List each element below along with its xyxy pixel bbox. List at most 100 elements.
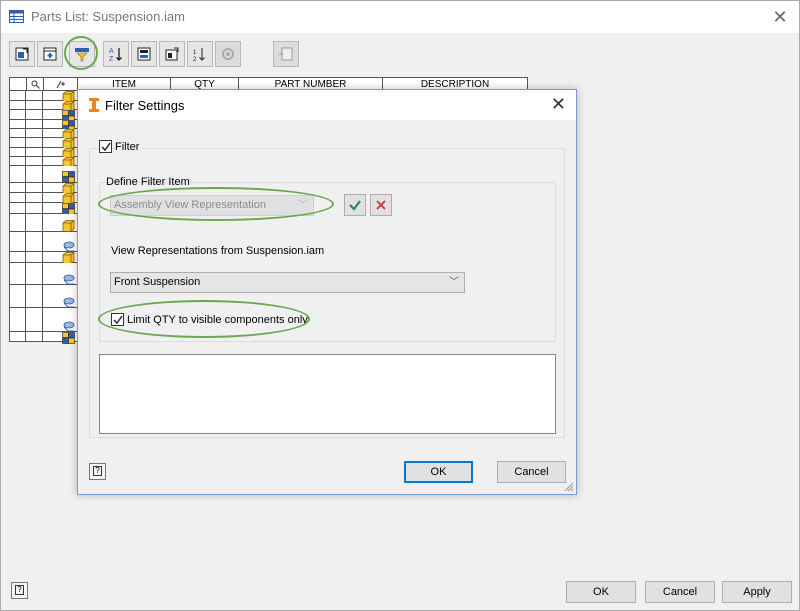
table-row[interactable] xyxy=(9,285,78,308)
row-cell xyxy=(26,263,43,284)
table-row[interactable] xyxy=(9,129,78,141)
view-bom-icon xyxy=(279,47,293,61)
row-header-corner xyxy=(9,77,27,91)
limit-qty-highlight xyxy=(98,300,310,338)
add-row-icon xyxy=(43,47,57,61)
row-cell xyxy=(9,285,26,307)
member-selection-button[interactable] xyxy=(9,41,35,67)
row-cell xyxy=(9,214,26,231)
table-row[interactable] xyxy=(9,138,78,150)
row-cell xyxy=(26,285,43,307)
parts-list-icon xyxy=(9,10,24,23)
apply-button[interactable]: Apply xyxy=(722,581,792,603)
view-rep-value: Front Suspension xyxy=(114,276,201,288)
export-icon xyxy=(137,47,151,61)
row-cell xyxy=(9,332,26,341)
table-row[interactable] xyxy=(9,332,78,344)
ok-button[interactable]: OK xyxy=(566,581,636,603)
help-icon: ? xyxy=(93,466,102,476)
table-wrap-button[interactable] xyxy=(159,41,185,67)
part-icon xyxy=(62,220,75,232)
row-cell xyxy=(26,203,43,213)
row-cell xyxy=(26,252,43,262)
table-row[interactable] xyxy=(9,166,78,183)
table-row[interactable] xyxy=(9,91,78,103)
svg-text:2: 2 xyxy=(193,57,197,62)
view-reps-label: View Representations from Suspension.iam xyxy=(111,245,325,257)
table-row[interactable] xyxy=(9,263,78,285)
row-cell xyxy=(9,232,26,251)
view-rep-select[interactable]: Front Suspension ﹀ xyxy=(110,272,465,293)
table-wrap-icon xyxy=(165,47,179,61)
export-button[interactable] xyxy=(131,41,157,67)
row-cell xyxy=(26,138,43,147)
renumber-button[interactable]: 1 2 xyxy=(187,41,213,67)
table-row[interactable] xyxy=(9,148,78,160)
help-icon: ? xyxy=(15,585,24,595)
content-center-icon xyxy=(63,321,75,332)
apply-filter-button[interactable] xyxy=(344,194,366,216)
view-bom-button[interactable] xyxy=(273,41,299,67)
table-row[interactable] xyxy=(9,120,78,132)
table-row[interactable] xyxy=(9,203,78,215)
table-row[interactable] xyxy=(9,308,78,332)
window-title: Parts List: Suspension.iam xyxy=(31,9,185,24)
dialog-cancel-button[interactable]: Cancel xyxy=(497,461,566,483)
dialog-ok-button[interactable]: OK xyxy=(404,461,473,483)
table-row[interactable] xyxy=(9,110,78,122)
delete-filter-button[interactable] xyxy=(370,194,392,216)
content-center-icon xyxy=(63,241,75,252)
resize-grip-icon[interactable] xyxy=(564,482,574,492)
table-row[interactable] xyxy=(9,232,78,252)
delete-icon xyxy=(376,200,386,210)
row-cell xyxy=(26,101,43,109)
dialog-close-icon[interactable]: ✕ xyxy=(551,94,566,115)
title-bar: Parts List: Suspension.iam ✕ xyxy=(1,1,799,33)
filter-checkbox[interactable] xyxy=(99,140,112,153)
table-row[interactable] xyxy=(9,193,78,205)
row-cell xyxy=(9,148,26,156)
row-cell xyxy=(26,157,43,165)
table-row[interactable] xyxy=(9,214,78,232)
row-cell xyxy=(26,308,43,331)
row-cell xyxy=(9,203,26,213)
row-cell xyxy=(9,166,26,182)
dialog-title: Filter Settings xyxy=(105,98,185,113)
cancel-button[interactable]: Cancel xyxy=(645,581,715,603)
content-center-icon xyxy=(63,297,75,308)
sort-button[interactable]: A Z xyxy=(103,41,129,67)
row-cell xyxy=(9,193,26,202)
inventor-icon xyxy=(89,98,99,112)
define-filter-label: Define Filter Item xyxy=(106,176,190,188)
row-cell xyxy=(26,148,43,156)
dialog-title-bar: Filter Settings ✕ xyxy=(78,90,576,120)
row-cell xyxy=(9,91,26,100)
row-cell xyxy=(26,110,43,119)
row-cell xyxy=(26,91,43,100)
svg-text:A: A xyxy=(109,48,114,55)
row-cell xyxy=(9,252,26,262)
table-row[interactable] xyxy=(9,157,78,169)
table-row[interactable] xyxy=(9,183,78,195)
filter-settings-dialog: Filter Settings ✕ Filter Define Filter I… xyxy=(77,89,577,495)
grid-search-icon[interactable] xyxy=(26,77,44,91)
member-selection-icon xyxy=(15,47,29,61)
grid-options-icon[interactable] xyxy=(43,77,78,91)
close-icon[interactable]: ✕ xyxy=(769,6,791,28)
row-cell xyxy=(26,214,43,231)
checkmark-icon xyxy=(349,200,361,211)
row-cell xyxy=(26,183,43,192)
table-row[interactable] xyxy=(9,252,78,264)
filter-summary-box[interactable] xyxy=(99,354,556,434)
assembly-icon xyxy=(62,171,75,183)
row-cell xyxy=(26,129,43,137)
dialog-help-button[interactable]: ? xyxy=(89,463,106,480)
chevron-down-icon: ﹀ xyxy=(449,277,459,288)
checkmark-icon xyxy=(101,142,111,152)
content-center-icon xyxy=(63,274,75,285)
table-row[interactable] xyxy=(9,101,78,113)
filter-highlight-circle xyxy=(64,36,98,70)
add-row-button[interactable] xyxy=(37,41,63,67)
help-button[interactable]: ? xyxy=(11,582,28,599)
part-number-merge-button[interactable] xyxy=(215,41,241,67)
